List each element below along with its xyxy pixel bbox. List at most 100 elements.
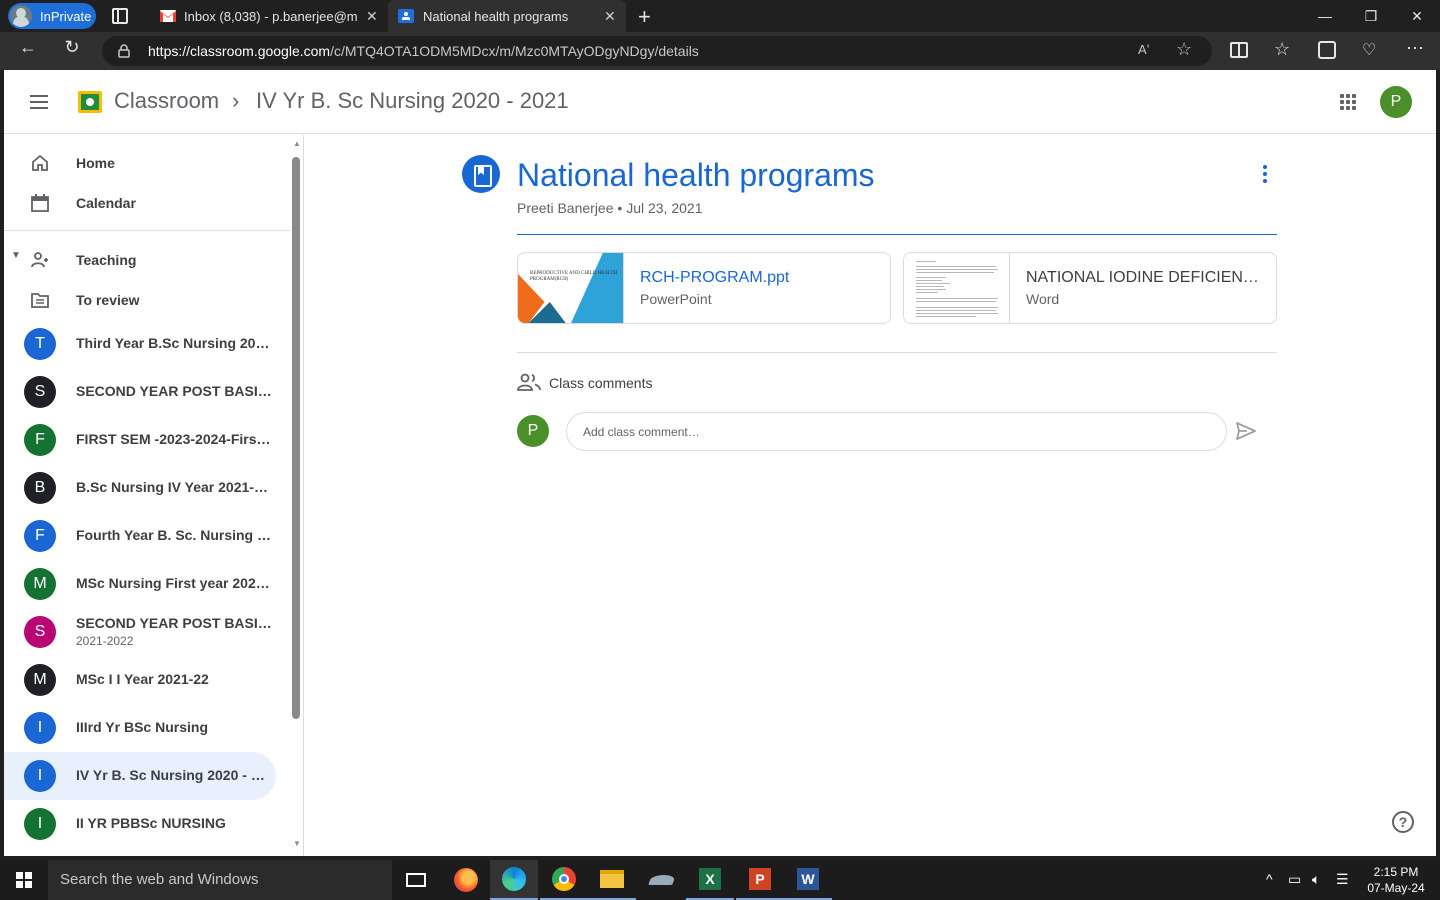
- send-icon[interactable]: [1235, 420, 1257, 442]
- sidebar-item-to-review[interactable]: To review: [4, 280, 294, 320]
- minimize-icon[interactable]: —: [1302, 0, 1348, 32]
- firefox-icon[interactable]: [442, 860, 490, 900]
- class-comment-input[interactable]: [566, 412, 1227, 451]
- sidebar-class-item-active[interactable]: I IV Yr B. Sc Nursing 2020 - 2021: [4, 752, 276, 800]
- taskbar-clock[interactable]: 2:15 PM 07-May-24: [1360, 864, 1432, 896]
- sidebar-class-item[interactable]: F Fourth Year B. Sc. Nursing 2022: [4, 512, 276, 560]
- url-text: https://classroom.google.com/c/MTQ4OTA1O…: [148, 43, 699, 59]
- attachment-card[interactable]: NATIONAL IODINE DEFICIENCY DISORDERS CON…: [903, 252, 1277, 324]
- favorites-icon[interactable]: ☆: [1274, 39, 1290, 60]
- section-divider: [517, 352, 1277, 353]
- action-center-icon[interactable]: ☰: [1336, 871, 1349, 888]
- close-tab-icon[interactable]: ✕: [604, 8, 616, 25]
- class-name: II YR PBBSc NURSING: [76, 815, 226, 831]
- browser-tab-bar: InPrivate Inbox (8,038) - p.banerjee@mgm…: [0, 0, 1440, 32]
- sidebar-class-item[interactable]: B B.Sc Nursing IV Year 2021-2022: [4, 464, 276, 512]
- inprivate-badge[interactable]: InPrivate: [8, 3, 96, 29]
- post-date: Jul 23, 2021: [626, 200, 703, 216]
- collections-icon[interactable]: [1318, 41, 1336, 59]
- classroom-logo-icon[interactable]: [78, 91, 102, 113]
- read-aloud-icon[interactable]: A͏ʼ: [1138, 42, 1150, 57]
- restore-icon[interactable]: ❐: [1348, 0, 1394, 32]
- edge-icon[interactable]: [490, 860, 538, 900]
- sidebar-class-item[interactable]: T Third Year B.Sc Nursing 2023-2024: [4, 320, 276, 368]
- network-icon[interactable]: ▭: [1288, 871, 1301, 888]
- mail-app-icon[interactable]: [638, 860, 686, 900]
- windows-start-icon[interactable]: [16, 872, 32, 888]
- post-meta: Preeti Banerjee • Jul 23, 2021: [517, 200, 703, 216]
- windows-taskbar: Search the web and Windows X P W ^ ▭ 🔈︎ …: [0, 860, 1440, 900]
- new-tab-icon[interactable]: +: [638, 4, 651, 30]
- attachment-name[interactable]: RCH-PROGRAM.ppt: [640, 269, 880, 287]
- file-explorer-icon[interactable]: [588, 860, 636, 900]
- chrome-icon[interactable]: [540, 860, 588, 900]
- address-bar[interactable]: https://classroom.google.com/c/MTQ4OTA1O…: [102, 36, 1212, 66]
- sidebar-class-item[interactable]: M MSc I I Year 2021-22: [4, 656, 276, 704]
- attachment-type: Word: [1026, 291, 1060, 307]
- sidebar-scroll-thumb[interactable]: [292, 157, 300, 719]
- sidebar-class-item[interactable]: I II YR PBBSc NURSING: [4, 800, 276, 848]
- word-icon[interactable]: W: [784, 860, 832, 900]
- class-initial-avatar: I: [24, 808, 56, 840]
- post-title: National health programs: [517, 157, 875, 193]
- attachment-name[interactable]: NATIONAL IODINE DEFICIENCY DISORDERS CON…: [1026, 269, 1266, 287]
- scroll-down-icon[interactable]: ▼: [293, 839, 301, 848]
- material-book-icon: [462, 155, 500, 193]
- close-tab-icon[interactable]: ✕: [366, 8, 378, 25]
- taskbar-search[interactable]: Search the web and Windows: [48, 860, 392, 900]
- chevron-right-icon: ›: [232, 88, 240, 113]
- app-name[interactable]: Classroom: [114, 88, 219, 114]
- home-icon: [32, 154, 48, 171]
- help-icon[interactable]: ?: [1392, 811, 1414, 833]
- tab-gmail[interactable]: Inbox (8,038) - p.banerjee@mgm ✕: [148, 0, 386, 32]
- tab-classroom[interactable]: National health programs ✕: [388, 0, 626, 32]
- task-view-icon[interactable]: [392, 860, 440, 900]
- scroll-up-icon[interactable]: ▲: [293, 139, 301, 148]
- class-name: Fourth Year B. Sc. Nursing 2022: [76, 527, 272, 543]
- sidebar-class-item[interactable]: I IIIrd Yr BSc Nursing: [4, 704, 276, 752]
- sidebar-item-home[interactable]: Home: [4, 143, 294, 183]
- account-avatar[interactable]: P: [1380, 86, 1412, 118]
- favorite-star-icon[interactable]: ☆: [1176, 39, 1192, 60]
- tab-title: National health programs: [423, 8, 569, 24]
- sidebar-item-teaching[interactable]: ▼ Teaching: [4, 240, 294, 280]
- google-apps-icon[interactable]: [1340, 94, 1356, 110]
- powerpoint-icon[interactable]: P: [736, 860, 784, 900]
- sidebar-divider: [4, 230, 290, 231]
- refresh-icon[interactable]: ↻: [60, 37, 84, 58]
- more-options-icon[interactable]: [1259, 165, 1271, 185]
- sidebar-class-item[interactable]: S SECOND YEAR POST BASIC B.Sc: [4, 368, 276, 416]
- sidebar-item-calendar[interactable]: Calendar: [4, 183, 294, 223]
- profile-avatar-icon: [10, 5, 32, 27]
- split-screen-icon[interactable]: [1230, 42, 1248, 58]
- sidebar-class-item[interactable]: S SECOND YEAR POST BASIC B.Sc 2021-2022: [4, 608, 276, 656]
- close-window-icon[interactable]: ✕: [1394, 0, 1440, 32]
- main-menu-icon[interactable]: [30, 95, 48, 109]
- back-icon[interactable]: ←: [16, 37, 40, 58]
- title-divider: [517, 234, 1277, 235]
- sidebar-item-label: Home: [76, 155, 115, 171]
- collapse-arrow-icon[interactable]: ▼: [11, 250, 21, 261]
- breadcrumb-class[interactable]: IV Yr B. Sc Nursing 2020 - 2021: [256, 88, 569, 114]
- classroom-app: Classroom › IV Yr B. Sc Nursing 2020 - 2…: [4, 70, 1436, 856]
- class-name: B.Sc Nursing IV Year 2021-2022: [76, 479, 272, 495]
- attachment-card[interactable]: REPRODUCTIVE AND CHILD HEALTH PROGRAM(RC…: [517, 252, 891, 324]
- class-initial-avatar: M: [24, 664, 56, 696]
- class-initial-avatar: B: [24, 472, 56, 504]
- show-hidden-icons-icon[interactable]: ^: [1266, 871, 1273, 887]
- tab-title: Inbox (8,038) - p.banerjee@mgm: [184, 8, 358, 24]
- excel-icon[interactable]: X: [686, 860, 734, 900]
- class-initial-avatar: M: [24, 568, 56, 600]
- teaching-people-icon: [31, 252, 48, 268]
- comment-user-avatar: P: [517, 415, 549, 447]
- class-name: Third Year B.Sc Nursing 2023-2024: [76, 335, 272, 351]
- browser-essentials-icon[interactable]: ♡: [1362, 40, 1376, 60]
- sidebar-class-item[interactable]: M MSc Nursing First year 2022-23: [4, 560, 276, 608]
- gmail-icon: [160, 10, 176, 22]
- volume-icon[interactable]: 🔈︎: [1312, 871, 1320, 888]
- more-menu-icon[interactable]: ⋯: [1406, 38, 1424, 59]
- tab-actions-icon[interactable]: [112, 8, 128, 24]
- sidebar-class-item[interactable]: F FIRST SEM -2023-2024-First Year: [4, 416, 276, 464]
- lock-icon[interactable]: [118, 44, 130, 58]
- class-name: SECOND YEAR POST BASIC B.Sc: [76, 615, 272, 631]
